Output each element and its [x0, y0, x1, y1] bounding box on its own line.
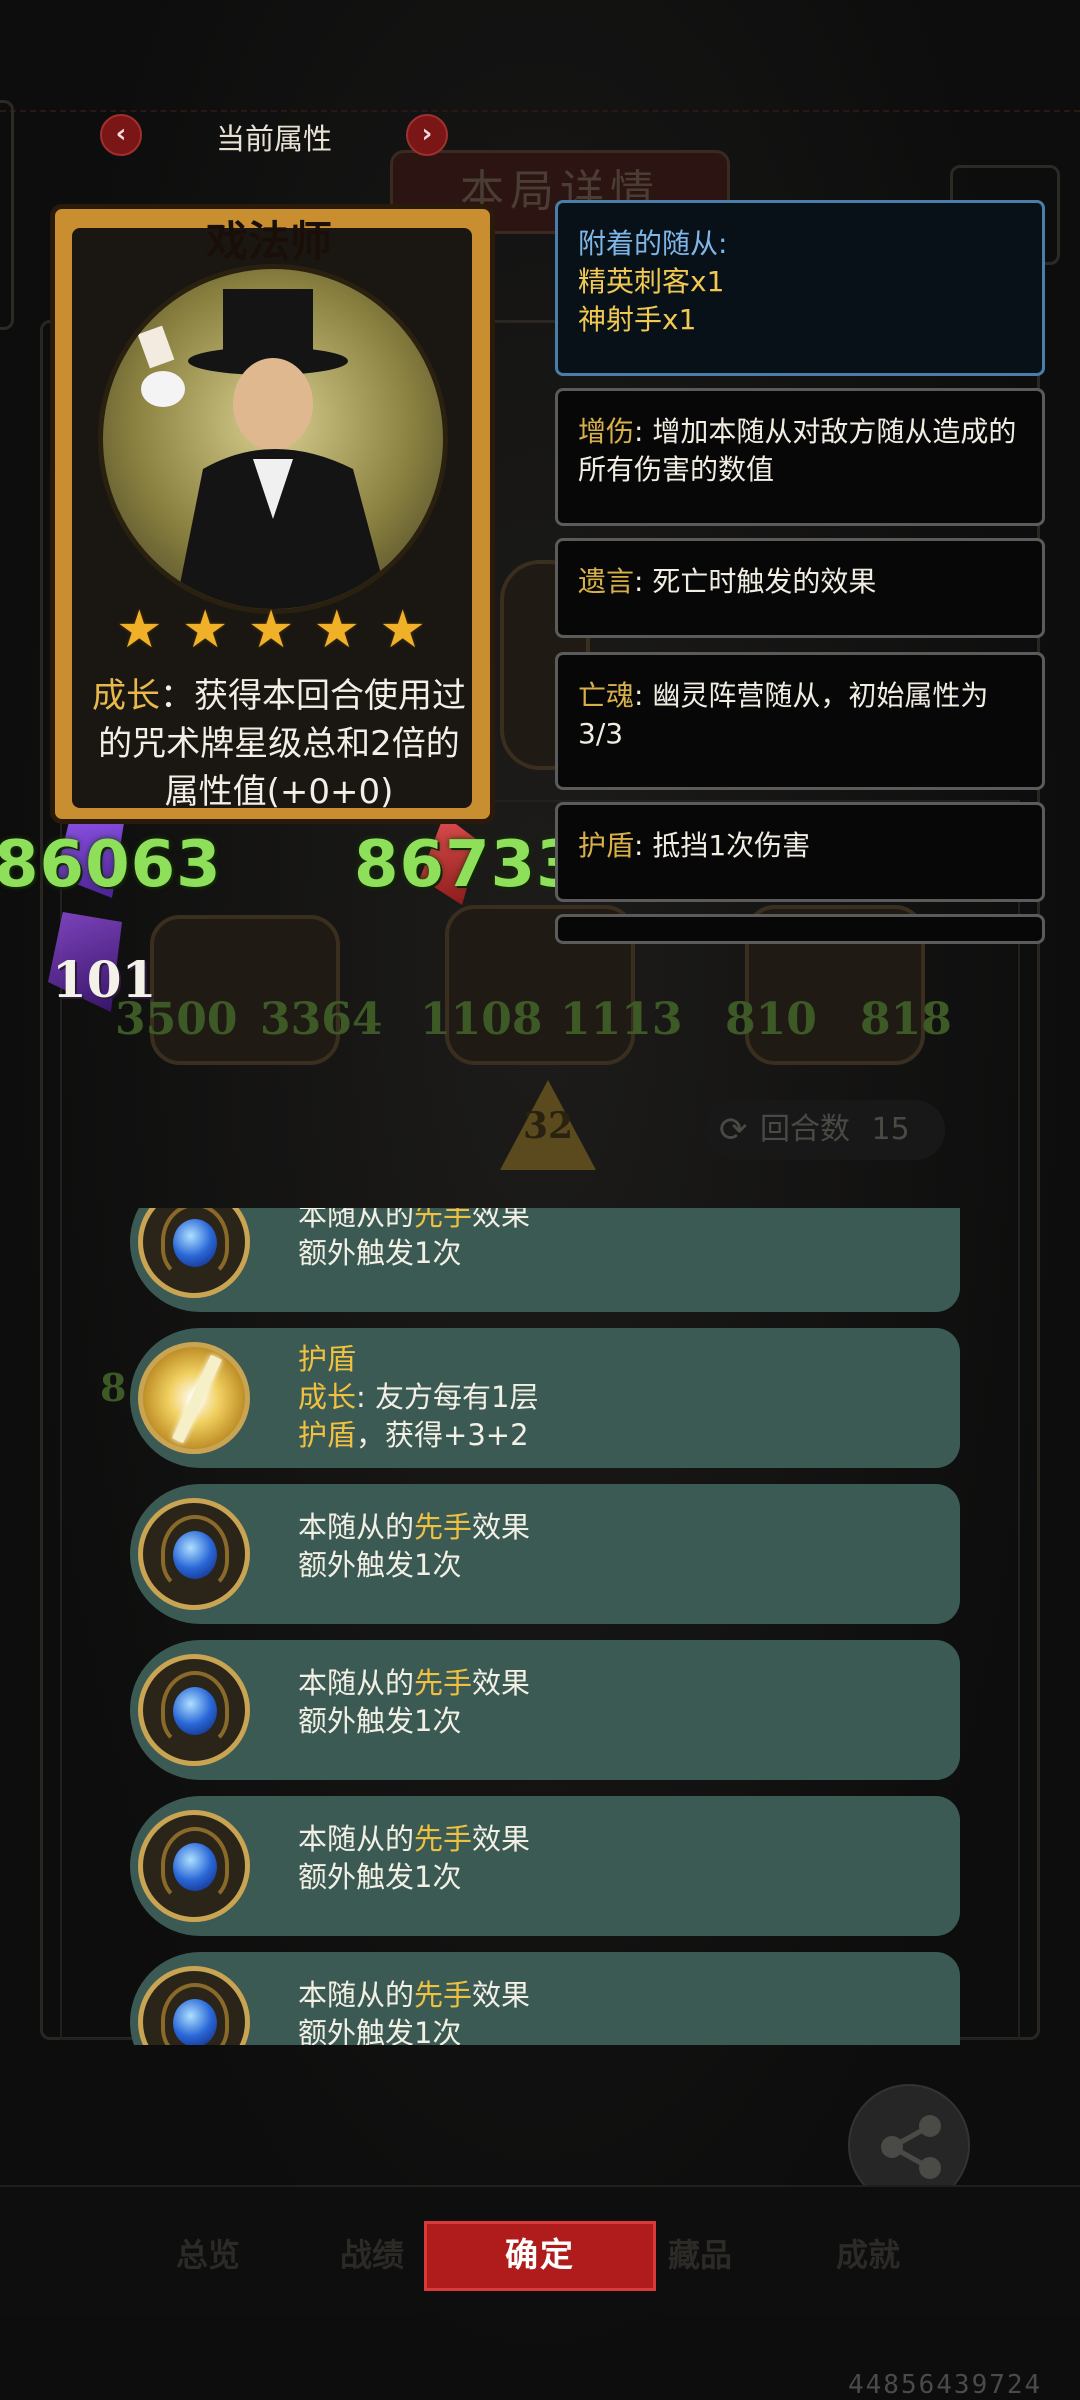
star-icon: ★ [313, 600, 361, 660]
magician-portrait [98, 264, 448, 614]
attached-title: 附着的随从: [578, 227, 728, 260]
keyword-panel: 护盾: 抵挡1次伤害 [555, 802, 1045, 902]
attached-item: 精英刺客x1 [578, 265, 725, 298]
golden-shield-icon [138, 1342, 250, 1454]
card-name: 戏法师 [205, 217, 332, 266]
star-rating: ★ ★ ★ ★ ★ [116, 604, 426, 656]
tab-achievements[interactable]: 成就 [836, 2230, 900, 2276]
prev-button[interactable]: ‹ [100, 114, 142, 156]
blue-orb-icon [138, 1966, 250, 2045]
refresh-icon: ⟳ [719, 1110, 748, 1150]
keyword-term: 护盾 [578, 829, 635, 862]
card-description: 成长：获得本回合使用过的咒术牌星级总和2倍的属性值(+0+0) [92, 676, 466, 812]
background-stat: 1108 [420, 994, 543, 1045]
magician-illustration [137, 289, 391, 609]
keyword-panel: 遗言: 死亡时触发的效果 [555, 538, 1045, 638]
health-value: 86733 [354, 828, 582, 902]
keyword-text: : 增加本随从对敌方随从造成的所有伤害的数值 [578, 415, 1017, 486]
keyword-term: 亡魂 [578, 679, 635, 712]
attack-value: 86063 [0, 828, 222, 902]
background-stat: 1113 [560, 994, 683, 1045]
star-icon: ★ [379, 600, 426, 660]
confirm-button[interactable]: 确定 [424, 2221, 656, 2291]
list-item[interactable]: 本随从的先手效果 额外触发1次 [130, 1208, 960, 1312]
list-item[interactable]: 本随从的先手效果 额外触发1次 [130, 1640, 960, 1780]
level-value: 101 [52, 950, 157, 1009]
user-id: 44856439724 [848, 2370, 1043, 2400]
list-item[interactable]: 护盾 成长: 友方每有1层 护盾，获得+3+2 [130, 1328, 960, 1468]
keyword-panel: 增伤: 增加本随从对敌方随从造成的所有伤害的数值 [555, 388, 1045, 526]
attached-minions-panel: 附着的随从: 精英刺客x1 神射手x1 [555, 200, 1045, 376]
minion-card: 戏法师 ★ ★ ★ ★ ★ 成长：获得本回合使用过的咒术牌星级总和2倍的属性值(… [38, 194, 500, 849]
star-icon: ★ [116, 600, 163, 660]
keyword-term: 增伤 [578, 415, 635, 448]
star-icon: ★ [247, 600, 295, 660]
next-button[interactable]: › [406, 114, 448, 156]
effect-text: 护盾 成长: 友方每有1层 护盾，获得+3+2 [298, 1342, 539, 1452]
chevron-left-icon: ‹ [115, 119, 127, 149]
rounds-counter: ⟳ 回合数 15 [705, 1100, 945, 1160]
effect-text: 本随从的先手效果 额外触发1次 [298, 1822, 531, 1894]
keyword-term: 遗言 [578, 565, 635, 598]
effect-text: 本随从的先手效果 额外触发1次 [298, 1666, 531, 1738]
tab-record[interactable]: 战绩 [340, 2230, 404, 2276]
tab-overview[interactable]: 总览 [176, 2230, 240, 2276]
keyword-text: : 幽灵阵营随从，初始属性为3/3 [578, 679, 989, 750]
keyword-text: : 抵挡1次伤害 [634, 829, 811, 862]
keyword-text: : 死亡时触发的效果 [634, 565, 877, 598]
level-arrow-value: 32 [522, 1105, 574, 1147]
list-item[interactable]: 本随从的先手效果 额外触发1次 [130, 1484, 960, 1624]
list-item[interactable]: 本随从的先手效果 额外触发1次 [130, 1952, 960, 2045]
blue-orb-icon [138, 1810, 250, 1922]
page-title: 当前属性 [215, 122, 332, 156]
background-divider [0, 110, 1080, 112]
effect-text: 本随从的先手效果 额外触发1次 [298, 1510, 531, 1582]
effect-text: 本随从的先手效果 额外触发1次 [298, 1978, 531, 2045]
keyword-panel: 亡魂: 幽灵阵营随从，初始属性为3/3 [555, 652, 1045, 790]
blue-orb-icon [138, 1654, 250, 1766]
effect-text: 本随从的先手效果 额外触发1次 [298, 1208, 531, 1270]
effect-list[interactable]: 本随从的先手效果 额外触发1次 护盾 成长: 友方每有1层 护盾，获得+3+2 … [120, 1208, 970, 2045]
background-stat: 810 [725, 994, 817, 1045]
background-stat: 818 [860, 994, 952, 1045]
blue-orb-icon [138, 1498, 250, 1610]
list-item[interactable]: 本随从的先手效果 额外触发1次 [130, 1796, 960, 1936]
chevron-right-icon: › [421, 119, 433, 149]
background-stat: 3364 [260, 994, 383, 1045]
tab-collection[interactable]: 藏品 [668, 2230, 732, 2276]
background-left-tab [0, 100, 14, 330]
blue-orb-icon [138, 1208, 250, 1298]
star-icon: ★ [181, 600, 229, 660]
keyword-panel-partial [555, 914, 1045, 944]
attached-item: 神射手x1 [578, 303, 697, 336]
